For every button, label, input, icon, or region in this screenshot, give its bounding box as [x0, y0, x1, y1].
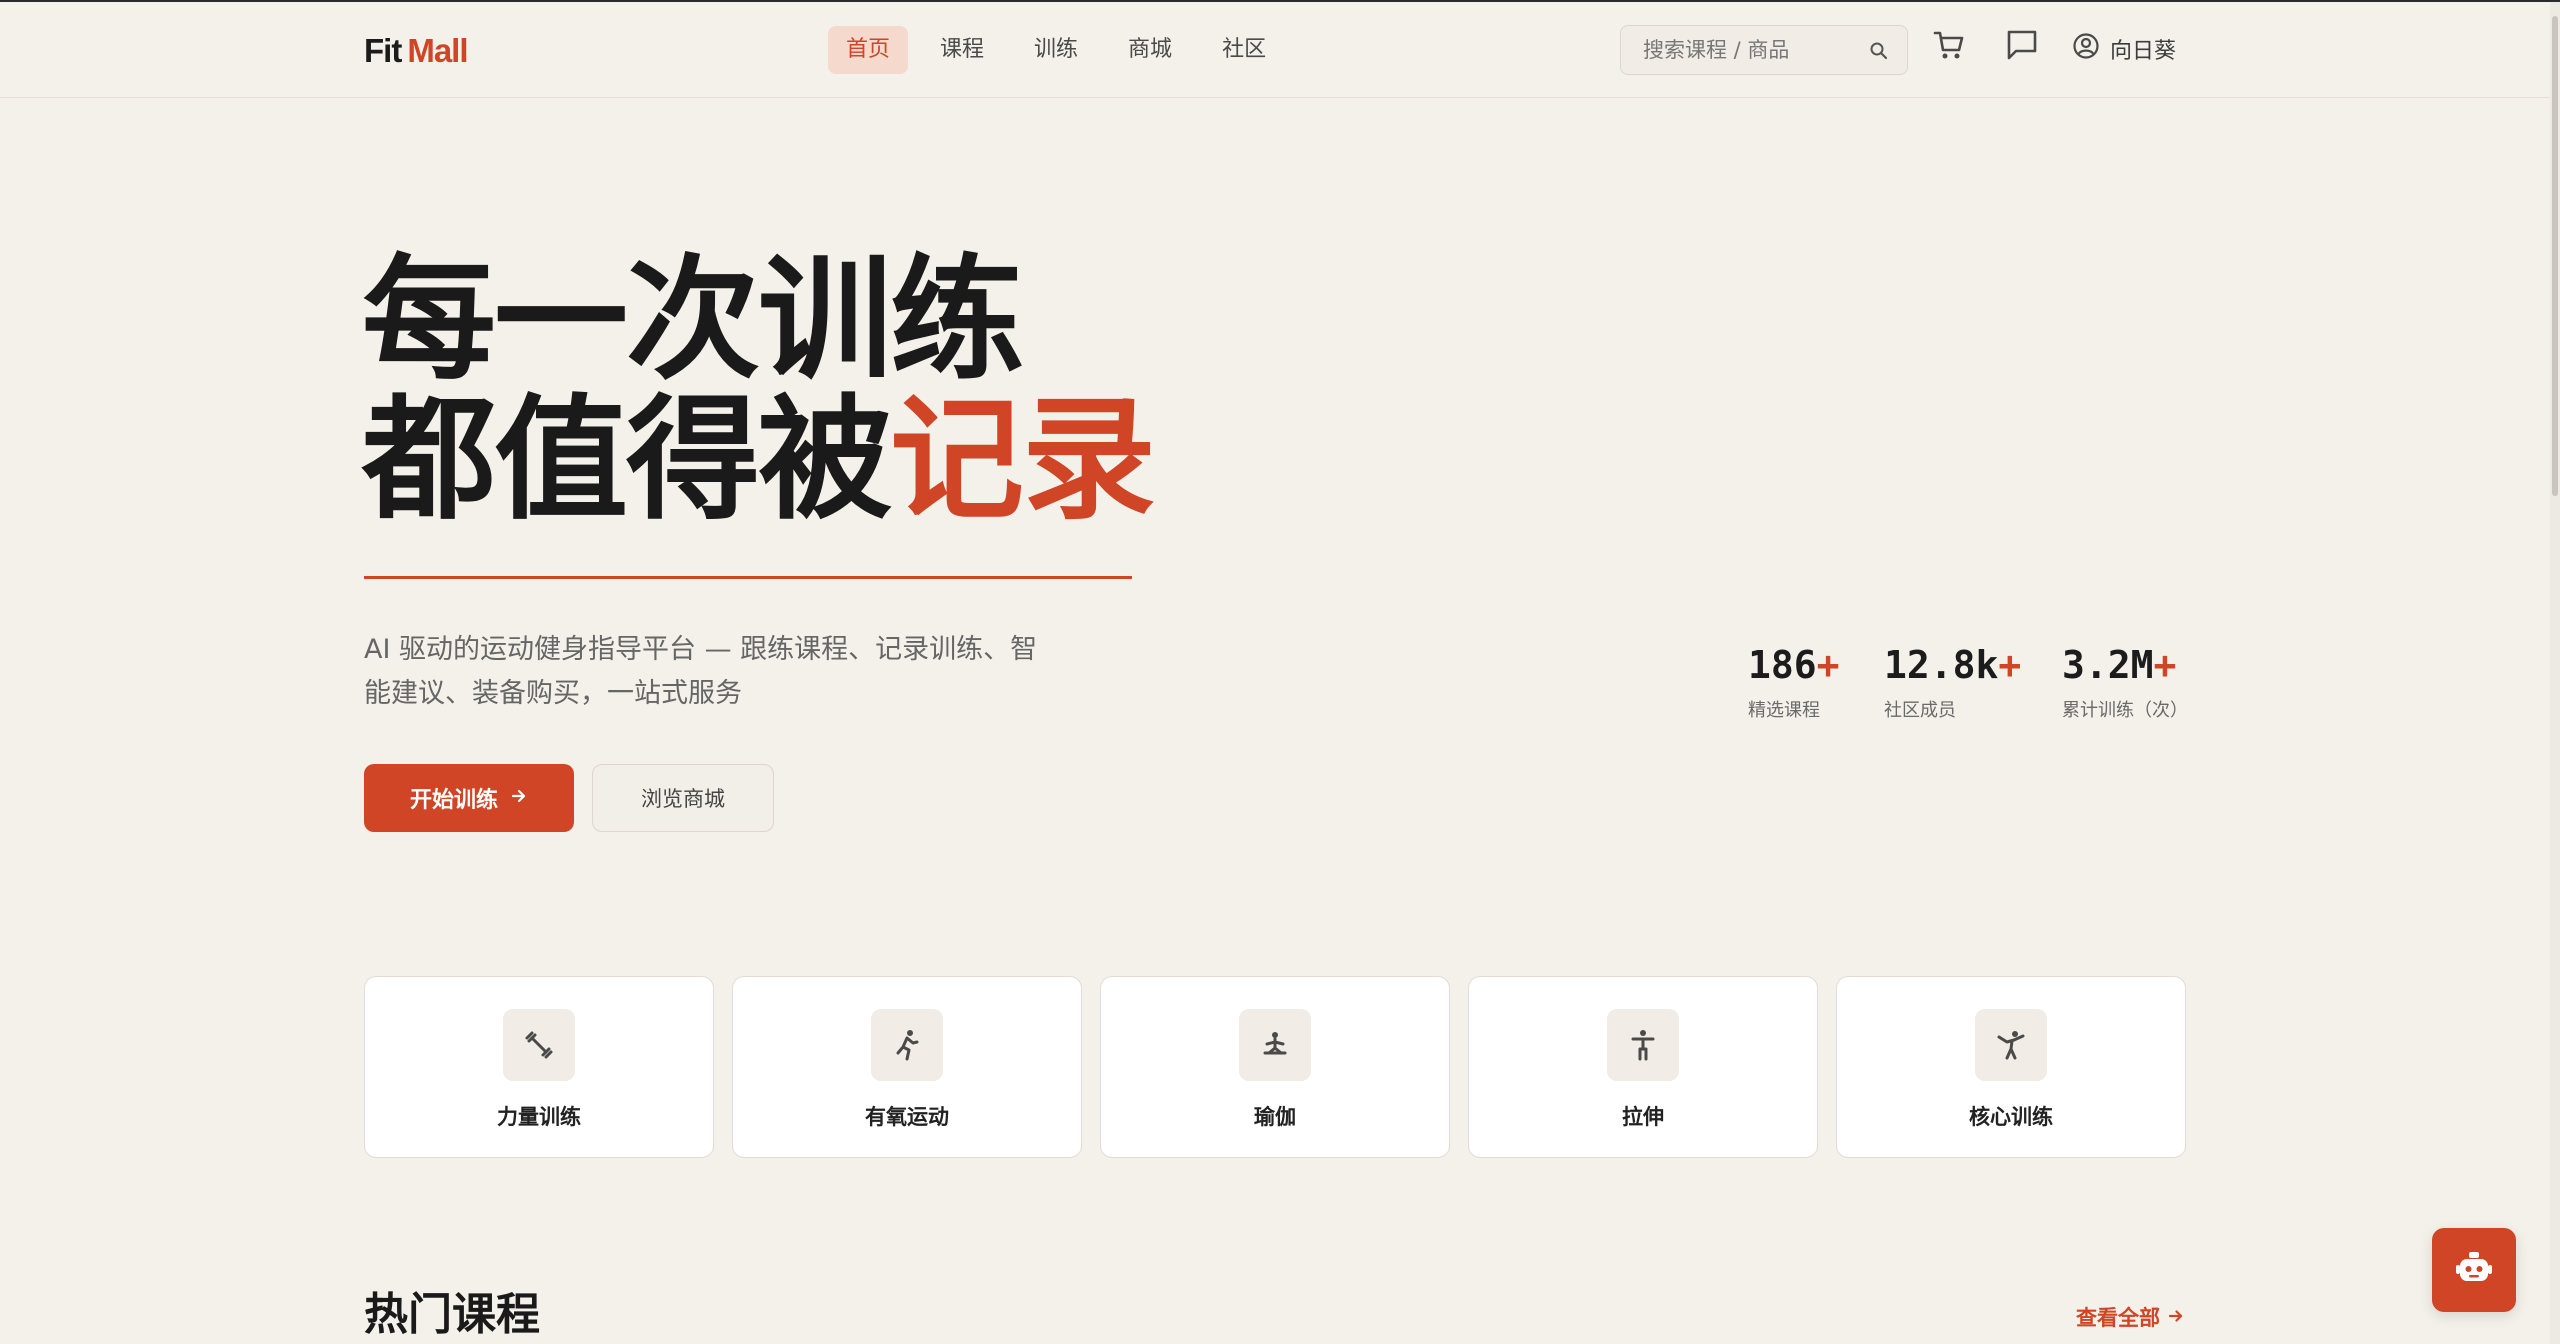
- robot-icon: [2455, 1249, 2493, 1291]
- hero-title: 每一次训练 都值得被记录: [362, 242, 1156, 530]
- browse-mall-button[interactable]: 浏览商城: [592, 764, 774, 832]
- stat-label: 社区成员: [1884, 700, 1956, 721]
- category-label: 有氧运动: [865, 1105, 949, 1129]
- hero-title-line1: 每一次训练: [362, 242, 1024, 398]
- stat-label: 精选课程: [1748, 700, 1820, 721]
- top-header: FitMall 首页 课程 训练 商城 社区 向日葵: [0, 2, 2550, 98]
- message-icon[interactable]: [2005, 28, 2039, 66]
- stat-sessions: 3.2M+ 累计训练（次）: [2062, 640, 2188, 722]
- category-label: 核心训练: [1969, 1105, 2053, 1129]
- category-card-stretch[interactable]: 拉伸: [1468, 976, 1818, 1158]
- scrollbar-thumb[interactable]: [2552, 16, 2558, 496]
- stat-suffix: +: [1998, 643, 2022, 687]
- category-card-core[interactable]: 核心训练: [1836, 976, 2186, 1158]
- stat-suffix: +: [1816, 643, 1840, 687]
- stat-value: 186+: [1748, 640, 1840, 690]
- category-label: 拉伸: [1622, 1105, 1664, 1129]
- martial-arts-icon: [1975, 1009, 2047, 1081]
- hero-title-line2: 都值得被记录: [362, 390, 1156, 530]
- category-card-yoga[interactable]: 瑜伽: [1100, 976, 1450, 1158]
- running-icon: [871, 1009, 943, 1081]
- category-cards: 力量训练 有氧运动 瑜伽 拉伸 核心训练: [364, 976, 2186, 1158]
- stat-number: 12.8k: [1884, 643, 1999, 687]
- stat-label: 累计训练（次）: [2062, 700, 2188, 721]
- ai-assistant-button[interactable]: [2432, 1228, 2516, 1312]
- search-input[interactable]: [1621, 26, 1861, 74]
- stat-members: 12.8k+ 社区成员: [1884, 640, 2021, 722]
- arrow-right-icon: [510, 786, 528, 811]
- logo-part-mall: Mall: [407, 32, 468, 69]
- view-all-link[interactable]: 查看全部: [2076, 1302, 2184, 1332]
- view-all-label: 查看全部: [2076, 1306, 2160, 1330]
- category-card-strength[interactable]: 力量训练: [364, 976, 714, 1158]
- main-nav: 首页 课程 训练 商城 社区: [828, 26, 1284, 74]
- nav-item-mall[interactable]: 商城: [1110, 26, 1190, 74]
- stat-suffix: +: [2153, 643, 2177, 687]
- hero-divider: [364, 576, 1132, 579]
- hot-courses-title: 热门课程: [364, 1289, 540, 1340]
- cart-icon[interactable]: [1932, 28, 1966, 66]
- yoga-icon: [1239, 1009, 1311, 1081]
- arrow-right-icon: [2168, 1305, 2184, 1329]
- dumbbell-icon: [503, 1009, 575, 1081]
- stat-courses: 186+ 精选课程: [1748, 640, 1840, 722]
- stat-value: 12.8k+: [1884, 640, 2021, 690]
- hero-title-plain: 都值得被: [362, 382, 892, 538]
- category-label: 力量训练: [497, 1105, 581, 1129]
- nav-item-community[interactable]: 社区: [1204, 26, 1284, 74]
- search-box: [1620, 25, 1908, 75]
- stat-number: 3.2M: [2062, 643, 2154, 687]
- user-name: 向日葵: [2110, 39, 2177, 64]
- stretch-icon: [1607, 1009, 1679, 1081]
- nav-item-training[interactable]: 训练: [1016, 26, 1096, 74]
- stat-number: 186: [1748, 643, 1817, 687]
- category-label: 瑜伽: [1254, 1105, 1296, 1129]
- nav-item-home[interactable]: 首页: [828, 26, 909, 74]
- stat-value: 3.2M+: [2062, 640, 2188, 690]
- start-training-button[interactable]: 开始训练: [364, 764, 574, 832]
- nav-item-courses[interactable]: 课程: [922, 26, 1002, 74]
- hero-title-accent: 记录: [890, 382, 1156, 538]
- user-menu[interactable]: 向日葵: [2072, 32, 2176, 66]
- hero-subtitle: AI 驱动的运动健身指导平台 — 跟练课程、记录训练、智能建议、装备购买，一站式…: [364, 634, 1038, 709]
- search-icon[interactable]: [1869, 41, 1889, 65]
- account-icon: [2072, 32, 2100, 66]
- logo-part-fit: Fit: [364, 32, 402, 69]
- page-scrollbar[interactable]: [2550, 2, 2560, 1344]
- logo[interactable]: Fit Mall: [364, 32, 469, 70]
- category-card-cardio[interactable]: 有氧运动: [732, 976, 1082, 1158]
- start-training-label: 开始训练: [409, 788, 498, 813]
